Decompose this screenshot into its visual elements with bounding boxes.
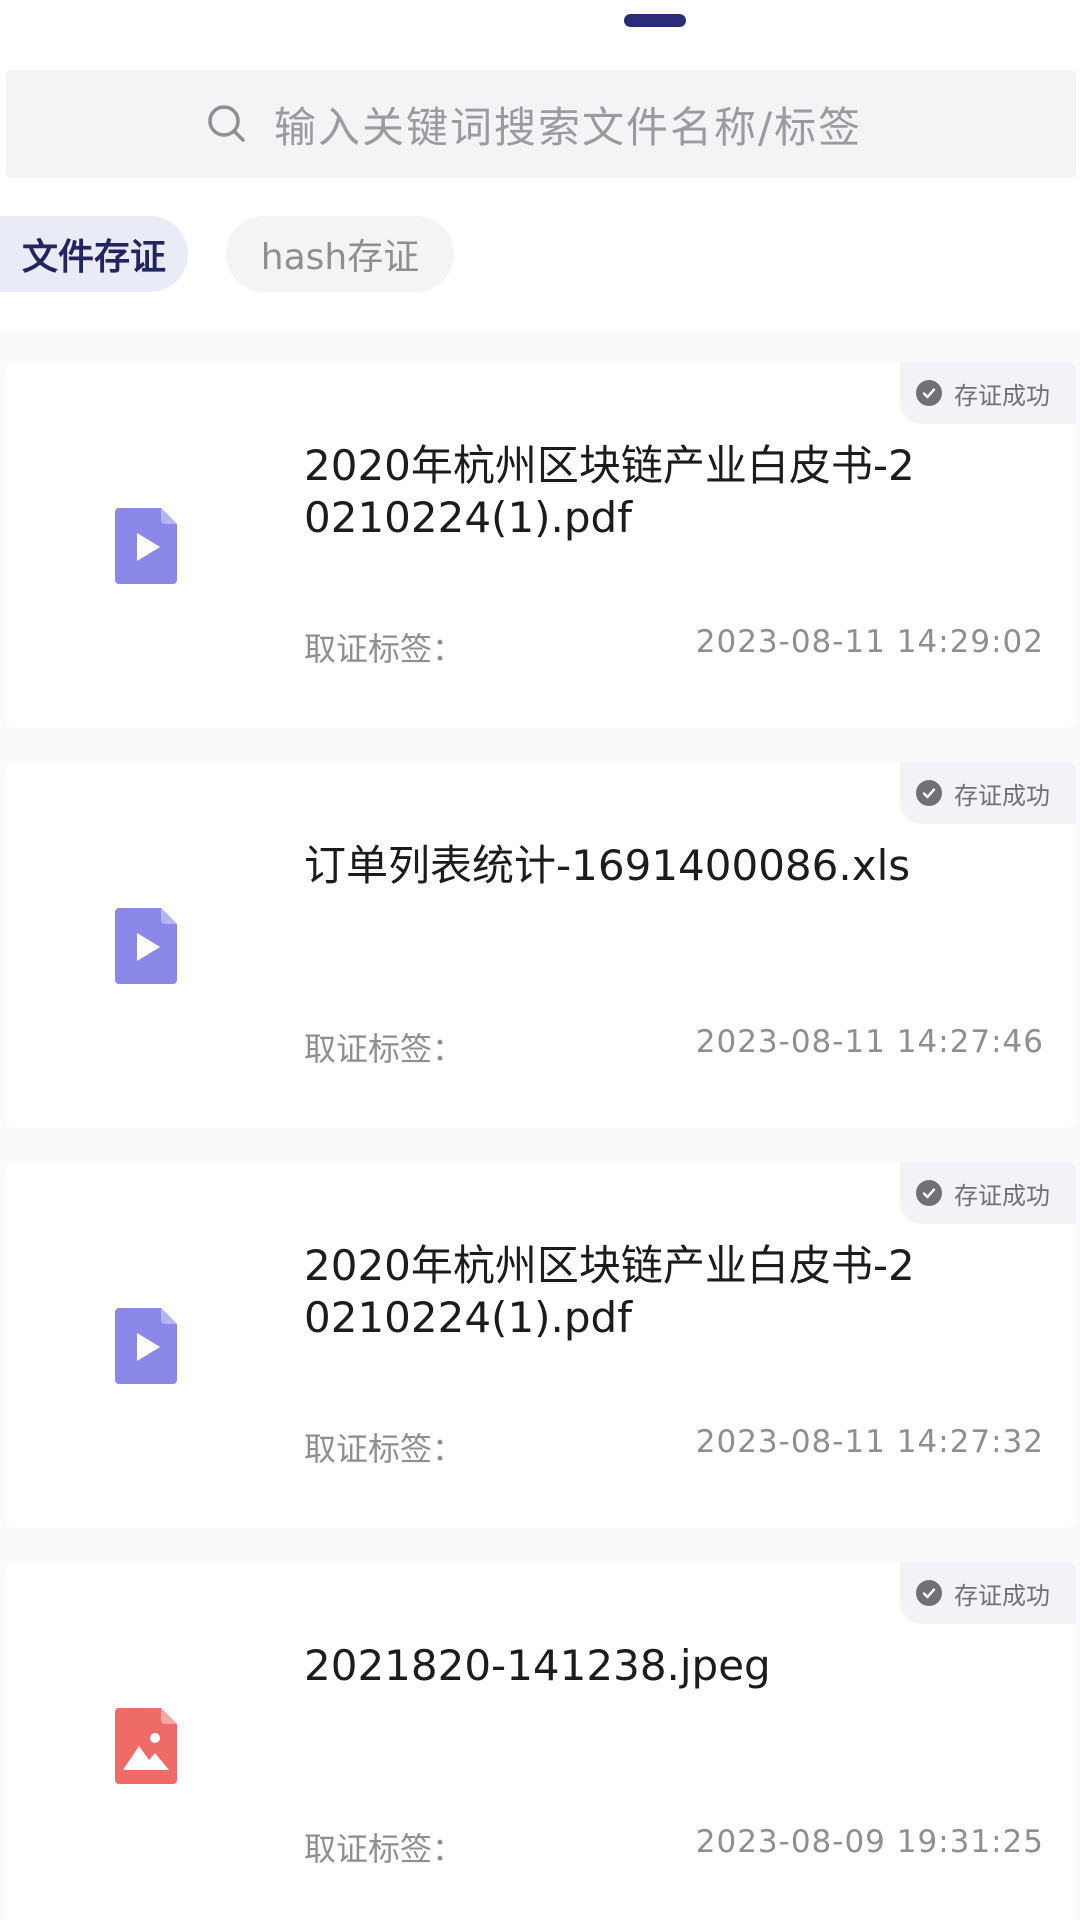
check-circle-icon: [916, 780, 942, 806]
status-badge: 存证成功: [900, 762, 1076, 824]
check-circle-icon: [916, 1580, 942, 1606]
play-file-icon: [115, 508, 177, 584]
evidence-tag-label: 取证标签：: [304, 630, 465, 668]
record-timestamp: 2023-08-11 14:27:32: [695, 1424, 1044, 1460]
evidence-tag-label: 取证标签：: [304, 1030, 465, 1068]
evidence-tag-label: 取证标签：: [304, 1830, 465, 1868]
search-input[interactable]: 输入关键词搜索文件名称/标签: [6, 70, 1076, 178]
record-timestamp: 2023-08-11 14:29:02: [695, 624, 1044, 660]
tab-hash-evidence[interactable]: hash存证: [226, 216, 454, 292]
record-card[interactable]: 存证成功 2021820-141238.jpeg 取证标签： 2023-08-0…: [6, 1562, 1076, 1920]
search-placeholder: 输入关键词搜索文件名称/标签: [274, 102, 863, 152]
record-timestamp: 2023-08-11 14:27:46: [695, 1024, 1044, 1060]
file-title: 2021820-141238.jpeg: [304, 1641, 771, 1690]
status-text: 存证成功: [954, 781, 1050, 810]
record-card[interactable]: 存证成功 订单列表统计-1691400086.xls 取证标签： 2023-08…: [6, 762, 1076, 1128]
file-title: 2020年杭州区块链产业白皮书-20210224(1).pdf: [304, 441, 915, 542]
file-title: 订单列表统计-1691400086.xls: [304, 841, 911, 890]
status-text: 存证成功: [954, 381, 1050, 410]
record-timestamp: 2023-08-09 19:31:25: [695, 1824, 1044, 1860]
header-area: 输入关键词搜索文件名称/标签 文件存证 hash存证: [0, 0, 1080, 330]
status-text: 存证成功: [954, 1581, 1050, 1610]
image-file-icon: [115, 1708, 177, 1784]
status-badge: 存证成功: [900, 362, 1076, 424]
check-circle-icon: [916, 1180, 942, 1206]
tab-bar: 文件存证 hash存证: [0, 216, 1080, 292]
search-icon: [208, 105, 245, 142]
evidence-tag-label: 取证标签：: [304, 1430, 465, 1468]
file-title: 2020年杭州区块链产业白皮书-20210224(1).pdf: [304, 1241, 915, 1342]
status-badge: 存证成功: [900, 1562, 1076, 1624]
play-file-icon: [115, 908, 177, 984]
status-badge: 存证成功: [900, 1162, 1076, 1224]
check-circle-icon: [916, 380, 942, 406]
record-card[interactable]: 存证成功 2020年杭州区块链产业白皮书-20210224(1).pdf 取证标…: [6, 1162, 1076, 1528]
tab-file-evidence[interactable]: 文件存证: [0, 216, 188, 292]
record-card[interactable]: 存证成功 2020年杭州区块链产业白皮书-20210224(1).pdf 取证标…: [6, 362, 1076, 728]
evidence-list-page: 输入关键词搜索文件名称/标签 文件存证 hash存证 存证成功 2020年杭州区…: [0, 0, 1080, 1920]
play-file-icon: [115, 1308, 177, 1384]
status-text: 存证成功: [954, 1181, 1050, 1210]
drag-handle[interactable]: [624, 14, 686, 27]
